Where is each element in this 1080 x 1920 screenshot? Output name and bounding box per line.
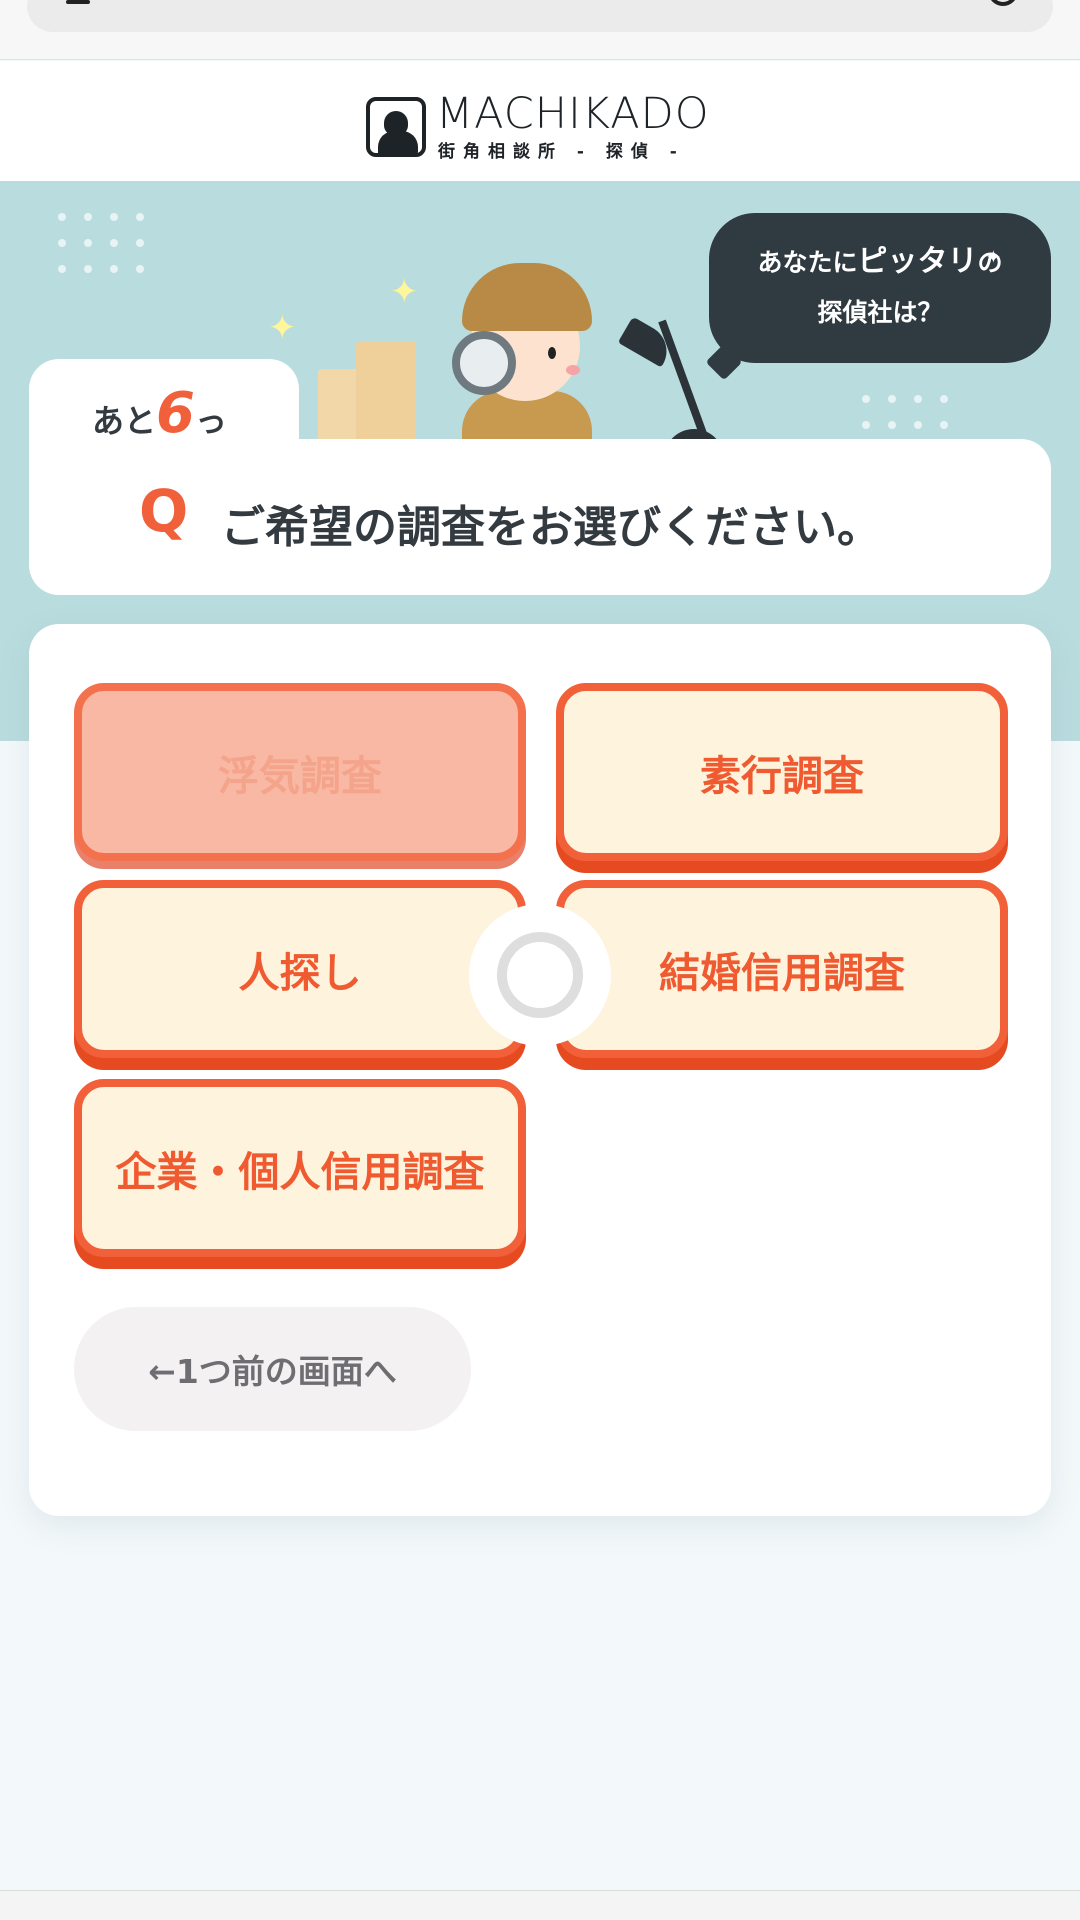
question-card: Q ご希望の調査をお選びください。 <box>29 439 1051 595</box>
speech-bubble: ✦ あなたにピッタリの 探偵社は？ <box>705 213 1051 381</box>
browser-bottom-bar <box>0 1890 1080 1920</box>
decorative-dots <box>58 213 144 273</box>
sparkle-icon: ✦ <box>268 308 297 348</box>
lamp-illustration <box>658 319 711 445</box>
speech-line-2: 探偵社は？ <box>817 298 943 327</box>
detective-cheek <box>566 365 580 375</box>
option-corporate-personal-credit-investigation[interactable]: 企業・個人信用調査 <box>74 1079 526 1257</box>
remaining-count: 6 <box>156 381 195 446</box>
sparkle-icon: ✦ <box>390 272 419 312</box>
detective-logo-icon <box>366 97 426 157</box>
search-bar[interactable] <box>27 0 1053 32</box>
option-marriage-credit-investigation[interactable]: 結婚信用調査 <box>556 880 1008 1058</box>
decorative-dots <box>862 395 948 429</box>
options-card: 浮気調査 素行調査 人探し 結婚信用調査 企業・個人信用調査 ←1つ前の画面へ <box>29 624 1051 1516</box>
site-header: MACHIKADO 街角相談所 - 探偵 - <box>0 61 1080 181</box>
back-button[interactable]: ←1つ前の画面へ <box>74 1307 471 1431</box>
remaining-label: あと6っ <box>92 381 227 446</box>
option-infidelity-investigation[interactable]: 浮気調査 <box>74 683 526 861</box>
logo-subtitle: 街角相談所 - 探偵 - <box>438 142 685 162</box>
option-behavior-investigation[interactable]: 素行調査 <box>556 683 1008 861</box>
site-logo[interactable]: MACHIKADO 街角相談所 - 探偵 - <box>366 89 718 162</box>
question-mark-icon: Q <box>139 477 189 545</box>
speech-line-1: あなたにピッタリの <box>757 244 1003 279</box>
magnifying-glass-icon <box>452 331 516 395</box>
logo-text: MACHIKADO <box>436 89 710 139</box>
menu-icon[interactable] <box>66 0 90 4</box>
question-text: ご希望の調査をお選びください。 <box>221 502 881 553</box>
loading-spinner-icon <box>469 904 611 1046</box>
detective-hat-illustration <box>462 263 592 331</box>
detective-eye <box>548 347 556 359</box>
browser-top-bar <box>0 0 1080 60</box>
option-person-search[interactable]: 人探し <box>74 880 526 1058</box>
